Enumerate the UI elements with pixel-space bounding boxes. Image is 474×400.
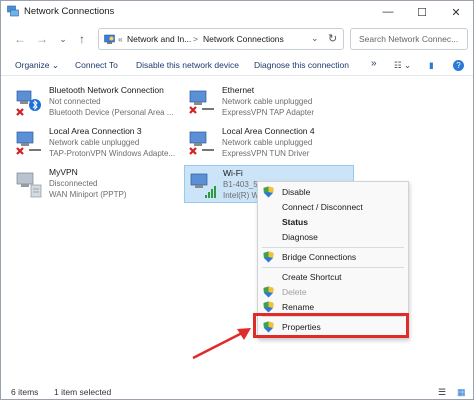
- menu-item-diagnose[interactable]: Diagnose: [258, 230, 408, 244]
- connection-name: Local Area Connection 4: [222, 126, 315, 136]
- maximize-button[interactable]: ☐: [405, 1, 439, 23]
- menu-label: Create Shortcut: [282, 272, 342, 282]
- ethernet-network-icon: [189, 131, 214, 155]
- menu-separator: [262, 247, 404, 248]
- diagnose-connection-button[interactable]: Diagnose this connection: [254, 60, 349, 70]
- close-button[interactable]: ✕: [439, 1, 473, 23]
- address-bar[interactable]: « Network and In... > Network Connection…: [98, 28, 344, 50]
- help-button[interactable]: ?: [453, 60, 464, 71]
- menu-separator: [262, 267, 404, 268]
- menu-label: Delete: [282, 287, 307, 297]
- connection-device: WAN Miniport (PPTP): [49, 190, 127, 199]
- bluetooth-network-icon: [16, 90, 41, 116]
- connection-status: Network cable unplugged: [49, 138, 140, 147]
- connect-to-button[interactable]: Connect To: [75, 60, 118, 70]
- ethernet-network-icon: [189, 90, 214, 114]
- control-panel-icon: [104, 34, 115, 44]
- menu-label: Connect / Disconnect: [282, 202, 363, 212]
- breadcrumb-separator: >: [193, 34, 198, 44]
- organize-menu[interactable]: Organize ⌄: [15, 60, 59, 71]
- menu-item-create-shortcut[interactable]: Create Shortcut: [258, 270, 408, 284]
- uac-shield-icon: [263, 186, 274, 198]
- preview-pane-button[interactable]: ▮: [429, 60, 434, 71]
- connection-device: ExpressVPN TAP Adapter: [222, 108, 315, 117]
- menu-label: Disable: [282, 187, 311, 197]
- breadcrumb-network-and-internet[interactable]: Network and In...: [127, 34, 191, 44]
- connection-device: TAP-ProtonVPN Windows Adapte...: [49, 149, 176, 158]
- properties-highlight-box: [253, 313, 409, 338]
- selection-count: 1 item selected: [54, 387, 112, 397]
- disable-device-button[interactable]: Disable this network device: [136, 60, 239, 70]
- status-bar: 6 items 1 item selected ☰ ▦: [1, 384, 473, 400]
- details-view-button[interactable]: ☰: [438, 387, 446, 398]
- connection-item-local-area-4[interactable]: Local Area Connection 4 Network cable un…: [184, 124, 354, 162]
- back-button[interactable]: ←: [11, 30, 29, 48]
- command-bar: Organize ⌄ Connect To Disable this netwo…: [1, 56, 473, 76]
- item-count: 6 items: [11, 387, 39, 397]
- uac-shield-icon: [263, 286, 274, 298]
- ethernet-network-icon: [16, 131, 41, 155]
- uac-shield-icon: [263, 251, 274, 263]
- large-icons-view-button[interactable]: ▦: [457, 387, 466, 398]
- vpn-network-icon: [16, 172, 42, 198]
- connection-item-bluetooth[interactable]: Bluetooth Network Connection Not connect…: [11, 83, 181, 121]
- network-connections-window: Network Connections — ☐ ✕ ← → ⌄ ↑ « Netw…: [0, 0, 474, 400]
- menu-item-disable[interactable]: Disable: [258, 185, 408, 199]
- connection-status: Network cable unplugged: [222, 97, 313, 106]
- menu-item-connect-disconnect[interactable]: Connect / Disconnect: [258, 200, 408, 214]
- connection-name: Wi-Fi: [223, 168, 243, 178]
- navigation-bar: ← → ⌄ ↑ « Network and In... > Network Co…: [1, 25, 473, 53]
- connection-name: Ethernet: [222, 85, 255, 95]
- menu-label: Diagnose: [282, 232, 318, 242]
- connection-status: Disconnected: [49, 179, 98, 188]
- uac-shield-icon: [263, 301, 274, 313]
- connection-name: Local Area Connection 3: [49, 126, 142, 136]
- connection-device: Bluetooth Device (Personal Area ...: [49, 108, 174, 117]
- menu-item-bridge-connections[interactable]: Bridge Connections: [258, 250, 408, 264]
- wifi-network-icon: [190, 173, 216, 198]
- menu-label: Status: [282, 217, 308, 227]
- recent-locations-button[interactable]: ⌄: [54, 30, 72, 48]
- connection-name: Bluetooth Network Connection: [49, 85, 164, 95]
- connection-status: Not connected: [49, 97, 101, 106]
- connection-device: ExpressVPN TUN Driver: [222, 149, 310, 158]
- refresh-button[interactable]: ↻: [328, 32, 337, 45]
- connection-item-ethernet[interactable]: Ethernet Network cable unplugged Express…: [184, 83, 354, 121]
- menu-label: Bridge Connections: [282, 252, 357, 262]
- up-button[interactable]: ↑: [73, 30, 91, 48]
- search-box[interactable]: Search Network Connec...: [350, 28, 468, 50]
- breadcrumb-separator: «: [118, 34, 123, 44]
- connection-item-myvpn[interactable]: MyVPN Disconnected WAN Miniport (PPTP): [11, 165, 181, 203]
- search-input[interactable]: Search Network Connec...: [359, 34, 458, 44]
- connection-status: Network cable unplugged: [222, 138, 313, 147]
- breadcrumb-network-connections[interactable]: Network Connections: [203, 34, 284, 44]
- window-title: Network Connections: [24, 6, 115, 17]
- forward-button[interactable]: →: [33, 30, 51, 48]
- network-connections-icon: [7, 5, 19, 17]
- menu-item-delete[interactable]: Delete: [258, 285, 408, 299]
- minimize-button[interactable]: —: [371, 1, 405, 23]
- connection-name: MyVPN: [49, 167, 78, 177]
- connection-item-local-area-3[interactable]: Local Area Connection 3 Network cable un…: [11, 124, 181, 162]
- title-bar: Network Connections — ☐ ✕: [1, 1, 473, 23]
- address-dropdown-button[interactable]: ⌄: [311, 33, 319, 44]
- menu-item-rename[interactable]: Rename: [258, 300, 408, 314]
- change-view-button[interactable]: ☷ ⌄: [394, 60, 411, 71]
- menu-item-status[interactable]: Status: [258, 215, 408, 229]
- menu-label: Rename: [282, 302, 315, 312]
- more-commands-button[interactable]: »: [371, 58, 377, 69]
